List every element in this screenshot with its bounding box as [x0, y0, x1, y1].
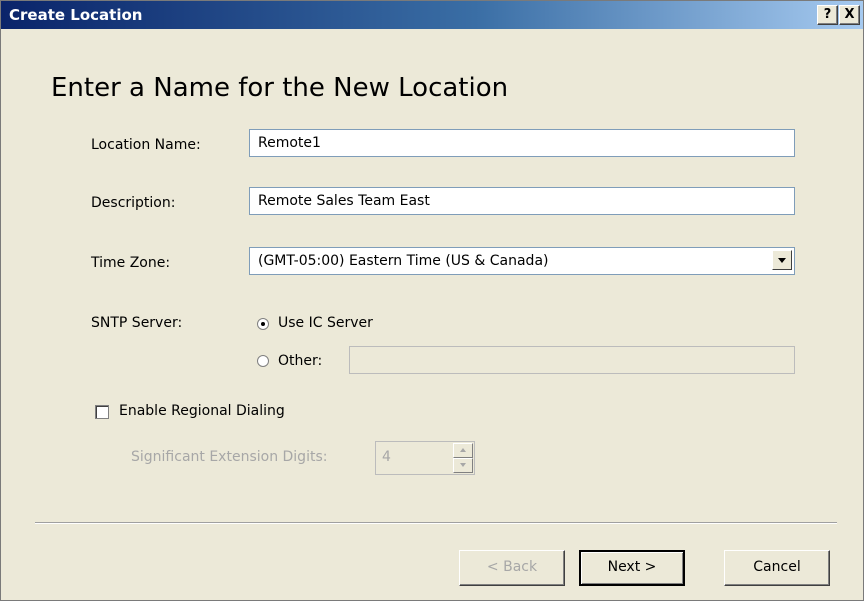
sntp-other-radio[interactable]: [257, 355, 269, 367]
significant-extension-digits-stepper[interactable]: 4: [375, 441, 475, 475]
sntp-server-label: SNTP Server:: [91, 315, 183, 331]
sntp-other-label[interactable]: Other:: [278, 353, 322, 369]
sntp-other-field[interactable]: [349, 346, 795, 374]
sntp-use-ic-radio[interactable]: [257, 318, 269, 330]
help-button[interactable]: ?: [817, 5, 838, 25]
location-name-field[interactable]: Remote1: [249, 129, 795, 157]
title-bar[interactable]: Create Location ? X: [1, 1, 863, 29]
enable-regional-dialing-label[interactable]: Enable Regional Dialing: [119, 403, 285, 419]
spin-down-icon[interactable]: [453, 458, 473, 473]
spin-up-icon[interactable]: [453, 443, 473, 458]
separator: [35, 522, 837, 524]
back-button[interactable]: < Back: [459, 550, 565, 586]
next-button[interactable]: Next >: [579, 550, 685, 586]
description-label: Description:: [91, 195, 176, 211]
window-title: Create Location: [9, 6, 143, 24]
close-button[interactable]: X: [839, 5, 860, 25]
significant-extension-digits-value: 4: [382, 449, 391, 465]
chevron-down-icon[interactable]: [772, 250, 792, 270]
location-name-label: Location Name:: [91, 137, 201, 153]
create-location-dialog: Create Location ? X Enter a Name for the…: [0, 0, 864, 601]
significant-extension-digits-label: Significant Extension Digits:: [131, 449, 328, 465]
sntp-use-ic-label[interactable]: Use IC Server: [278, 315, 373, 331]
time-zone-label: Time Zone:: [91, 255, 171, 271]
time-zone-value: (GMT-05:00) Eastern Time (US & Canada): [258, 253, 549, 269]
time-zone-select[interactable]: (GMT-05:00) Eastern Time (US & Canada): [249, 247, 795, 275]
enable-regional-dialing-checkbox[interactable]: [95, 405, 109, 419]
page-title: Enter a Name for the New Location: [51, 73, 509, 103]
cancel-button[interactable]: Cancel: [724, 550, 830, 586]
description-field[interactable]: Remote Sales Team East: [249, 187, 795, 215]
